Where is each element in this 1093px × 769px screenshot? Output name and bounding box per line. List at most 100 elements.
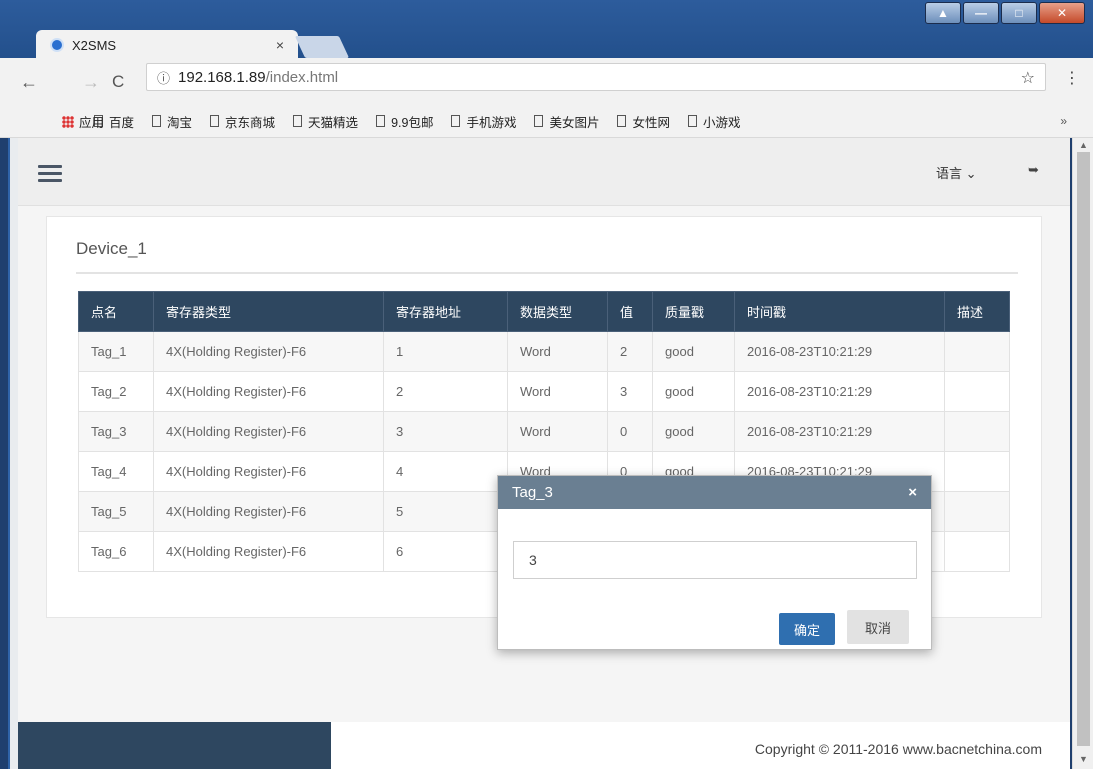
browser-tab[interactable]: X2SMS ×: [36, 30, 298, 60]
address-bar[interactable]: ⓘ 192.168.1.89 /index.html ☆: [146, 63, 1046, 91]
apps-grid-icon: [62, 115, 74, 128]
apps-shortcut[interactable]: 应用: [62, 112, 104, 131]
table-cell: [944, 491, 1010, 532]
bookmark-item[interactable]: 京东商城: [210, 112, 275, 131]
bookmark-star-icon[interactable]: ☆: [1021, 68, 1035, 88]
table-cell: Word: [507, 371, 608, 412]
page-icon: [451, 115, 461, 127]
divider: [76, 272, 1018, 274]
confirm-button[interactable]: 确定: [779, 613, 835, 645]
table-cell: [944, 411, 1010, 452]
vertical-scrollbar[interactable]: ▲ ▼: [1072, 138, 1093, 769]
minimize-button[interactable]: —: [963, 2, 999, 24]
table-cell: 2: [607, 331, 653, 372]
bookmark-item[interactable]: 天猫精选: [293, 112, 358, 131]
scroll-down-icon[interactable]: ▼: [1079, 754, 1088, 764]
table-cell: 0: [607, 411, 653, 452]
table-cell: 4X(Holding Register)-F6: [153, 491, 384, 532]
maximize-button[interactable]: □: [1001, 2, 1037, 24]
url-host: 192.168.1.89: [178, 68, 266, 86]
table-cell: Tag_6: [78, 531, 154, 572]
tab-title: X2SMS: [72, 37, 117, 53]
column-header: 质量戳: [652, 291, 735, 332]
table-cell: 4X(Holding Register)-F6: [153, 411, 384, 452]
logout-icon[interactable]: ➥: [1028, 162, 1039, 178]
info-icon[interactable]: ⓘ: [157, 68, 170, 87]
bookmark-item[interactable]: 美女图片: [534, 112, 599, 131]
page-icon: [688, 115, 697, 127]
table-cell: good: [652, 411, 735, 452]
tab-close-icon[interactable]: ×: [276, 37, 284, 53]
table-cell: Tag_2: [78, 371, 154, 412]
bookmark-item[interactable]: 淘宝: [152, 112, 192, 131]
column-header: 寄存器地址: [383, 291, 508, 332]
page-icon: [617, 115, 627, 127]
page-icon: [152, 115, 162, 127]
edit-value-dialog: Tag_3 × 确定 取消: [497, 475, 932, 650]
bookmark-item[interactable]: 小游戏: [688, 112, 741, 131]
value-input[interactable]: [513, 541, 917, 579]
forward-icon[interactable]: →: [82, 72, 100, 93]
table-cell: good: [652, 331, 735, 372]
table-cell: [944, 531, 1010, 572]
page-icon: [534, 115, 544, 127]
bookmark-item[interactable]: 女性网: [617, 112, 670, 131]
table-cell: 3: [383, 411, 508, 452]
window-controls: ▲ — □ ✕: [925, 2, 1085, 24]
app-navbar: 语言 ⌄ ➥: [18, 138, 1070, 206]
page-content: 语言 ⌄ ➥ Device_1 点名 寄存器类型 寄存器地址 数据类型 值 质量…: [18, 138, 1070, 769]
table-row[interactable]: Tag_3 4X(Holding Register)-F6 3 Word 0 g…: [78, 411, 1010, 452]
table-cell: 6: [383, 531, 508, 572]
table-header-row: 点名 寄存器类型 寄存器地址 数据类型 值 质量戳 时间戳 描述: [78, 291, 1010, 332]
page-icon: [210, 115, 220, 127]
table-cell: good: [652, 371, 735, 412]
reload-icon[interactable]: C: [112, 72, 124, 92]
page-footer: Copyright © 2011-2016 www.bacnetchina.co…: [18, 722, 1070, 769]
page-icon: [293, 115, 303, 127]
scroll-up-icon[interactable]: ▲: [1079, 140, 1088, 150]
table-row[interactable]: Tag_1 4X(Holding Register)-F6 1 Word 2 g…: [78, 331, 1010, 372]
page-icon: [376, 115, 386, 127]
table-cell: Tag_3: [78, 411, 154, 452]
column-header: 点名: [78, 291, 154, 332]
table-cell: 2016-08-23T10:21:29: [734, 331, 945, 372]
table-cell: Tag_5: [78, 491, 154, 532]
bookmark-item[interactable]: 手机游戏: [451, 112, 516, 131]
language-dropdown[interactable]: 语言 ⌄: [936, 163, 977, 182]
column-header: 寄存器类型: [153, 291, 384, 332]
close-window-button[interactable]: ✕: [1039, 2, 1085, 24]
table-cell: Word: [507, 331, 608, 372]
back-icon[interactable]: ←: [20, 72, 38, 93]
table-cell: 2016-08-23T10:21:29: [734, 411, 945, 452]
copyright-text: Copyright © 2011-2016 www.bacnetchina.co…: [754, 741, 1042, 757]
panel-title: Device_1: [76, 239, 147, 258]
table-row[interactable]: Tag_2 4X(Holding Register)-F6 2 Word 3 g…: [78, 371, 1010, 412]
close-icon[interactable]: ×: [908, 484, 917, 501]
table-cell: 4X(Holding Register)-F6: [153, 331, 384, 372]
more-bookmarks-icon[interactable]: »: [1060, 114, 1067, 128]
table-cell: 4: [383, 451, 508, 492]
browser-menu-icon[interactable]: ⋮: [1064, 68, 1080, 88]
scrollbar-thumb[interactable]: [1077, 152, 1090, 746]
bookmark-item[interactable]: 9.9包邮: [376, 112, 433, 131]
dialog-title: Tag_3: [512, 484, 553, 501]
table-cell: 3: [607, 371, 653, 412]
bookmarks-bar: 百度 淘宝 京东商城 天猫精选 9.9包邮 手机游戏 美女图片 女性网 小游戏: [0, 105, 1093, 138]
footer-sidebar-block: [18, 722, 331, 769]
column-header: 时间戳: [734, 291, 945, 332]
table-cell: 2: [383, 371, 508, 412]
column-header: 数据类型: [507, 291, 608, 332]
cancel-button[interactable]: 取消: [847, 610, 909, 644]
table-cell: Tag_4: [78, 451, 154, 492]
table-cell: 4X(Holding Register)-F6: [153, 531, 384, 572]
left-edge-strip: [8, 138, 18, 769]
table-cell: [944, 331, 1010, 372]
table-cell: [944, 451, 1010, 492]
table-cell: 2016-08-23T10:21:29: [734, 371, 945, 412]
hamburger-menu-icon[interactable]: [38, 165, 62, 182]
url-path: /index.html: [265, 68, 339, 86]
table-cell: 5: [383, 491, 508, 532]
restore-icon[interactable]: ▲: [925, 2, 961, 24]
table-cell: [944, 371, 1010, 412]
table-cell: Word: [507, 411, 608, 452]
